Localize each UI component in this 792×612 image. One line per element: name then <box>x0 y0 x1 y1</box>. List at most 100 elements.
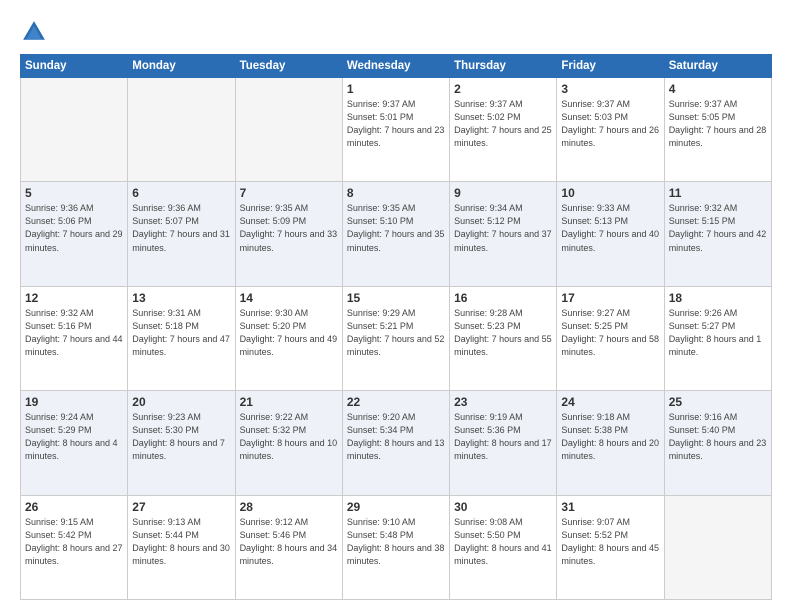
day-number: 9 <box>454 186 552 200</box>
calendar-cell: 21Sunrise: 9:22 AMSunset: 5:32 PMDayligh… <box>235 391 342 495</box>
day-header-friday: Friday <box>557 55 664 78</box>
calendar-table: SundayMondayTuesdayWednesdayThursdayFrid… <box>20 54 772 600</box>
calendar-cell: 30 Sunrise: 9:08 AMSunset: 5:50 PMDayligh… <box>450 495 557 599</box>
day-number: 23 <box>454 395 552 409</box>
calendar-cell: 7 Sunrise: 9:35 AMSunset: 5:09 PMDaylight… <box>235 182 342 286</box>
day-info: Sunrise: 9:37 AMSunset: 5:05 PMDaylight:… <box>669 98 767 150</box>
calendar-cell: 6 Sunrise: 9:36 AMSunset: 5:07 PMDaylight… <box>128 182 235 286</box>
calendar-cell: 15 Sunrise: 9:29 AMSunset: 5:21 PMDayligh… <box>342 286 449 390</box>
calendar-cell: 14 Sunrise: 9:30 AMSunset: 5:20 PMDayligh… <box>235 286 342 390</box>
calendar-cell: 29 Sunrise: 9:10 AMSunset: 5:48 PMDayligh… <box>342 495 449 599</box>
day-info: Sunrise: 9:18 AMSunset: 5:38 PMDaylight:… <box>561 411 659 463</box>
day-number: 12 <box>25 291 123 305</box>
calendar-header-row: SundayMondayTuesdayWednesdayThursdayFrid… <box>21 55 772 78</box>
day-info: Sunrise: 9:23 AMSunset: 5:30 PMDaylight:… <box>132 411 230 463</box>
calendar-cell: 2Sunrise: 9:37 AMSunset: 5:02 PMDaylight… <box>450 78 557 182</box>
day-info: Sunrise: 9:13 AMSunset: 5:44 PMDaylight:… <box>132 516 230 568</box>
day-info: Sunrise: 9:32 AMSunset: 5:16 PMDaylight:… <box>25 307 123 359</box>
calendar-cell: 8Sunrise: 9:35 AMSunset: 5:10 PMDaylight… <box>342 182 449 286</box>
day-info: Sunrise: 9:28 AMSunset: 5:23 PMDaylight:… <box>454 307 552 359</box>
day-number: 11 <box>669 186 767 200</box>
calendar-cell: 26 Sunrise: 9:15 AMSunset: 5:42 PMDayligh… <box>21 495 128 599</box>
day-info: Sunrise: 9:32 AMSunset: 5:15 PMDaylight:… <box>669 202 767 254</box>
day-info: Sunrise: 9:29 AMSunset: 5:21 PMDaylight:… <box>347 307 445 359</box>
day-number: 15 <box>347 291 445 305</box>
day-number: 22 <box>347 395 445 409</box>
day-info: Sunrise: 9:37 AMSunset: 5:03 PMDaylight:… <box>561 98 659 150</box>
day-header-wednesday: Wednesday <box>342 55 449 78</box>
top-section <box>20 18 772 46</box>
day-header-sunday: Sunday <box>21 55 128 78</box>
day-number: 6 <box>132 186 230 200</box>
day-number: 16 <box>454 291 552 305</box>
day-header-monday: Monday <box>128 55 235 78</box>
day-info: Sunrise: 9:10 AMSunset: 5:48 PMDaylight:… <box>347 516 445 568</box>
day-number: 1 <box>347 82 445 96</box>
day-info: Sunrise: 9:24 AMSunset: 5:29 PMDaylight:… <box>25 411 123 463</box>
logo <box>20 18 52 46</box>
day-info: Sunrise: 9:22 AMSunset: 5:32 PMDaylight:… <box>240 411 338 463</box>
day-number: 31 <box>561 500 659 514</box>
calendar-cell <box>235 78 342 182</box>
day-number: 14 <box>240 291 338 305</box>
day-header-tuesday: Tuesday <box>235 55 342 78</box>
calendar-cell: 5Sunrise: 9:36 AMSunset: 5:06 PMDaylight… <box>21 182 128 286</box>
calendar-cell: 31 Sunrise: 9:07 AMSunset: 5:52 PMDayligh… <box>557 495 664 599</box>
day-info: Sunrise: 9:31 AMSunset: 5:18 PMDaylight:… <box>132 307 230 359</box>
calendar-cell: 27 Sunrise: 9:13 AMSunset: 5:44 PMDayligh… <box>128 495 235 599</box>
calendar-cell: 11 Sunrise: 9:32 AMSunset: 5:15 PMDayligh… <box>664 182 771 286</box>
day-header-thursday: Thursday <box>450 55 557 78</box>
calendar-cell: 9 Sunrise: 9:34 AMSunset: 5:12 PMDaylight… <box>450 182 557 286</box>
day-info: Sunrise: 9:19 AMSunset: 5:36 PMDaylight:… <box>454 411 552 463</box>
day-info: Sunrise: 9:08 AMSunset: 5:50 PMDaylight:… <box>454 516 552 568</box>
calendar-cell: 17 Sunrise: 9:27 AMSunset: 5:25 PMDayligh… <box>557 286 664 390</box>
calendar-cell: 20 Sunrise: 9:23 AMSunset: 5:30 PMDayligh… <box>128 391 235 495</box>
day-info: Sunrise: 9:15 AMSunset: 5:42 PMDaylight:… <box>25 516 123 568</box>
calendar-cell: 10Sunrise: 9:33 AMSunset: 5:13 PMDayligh… <box>557 182 664 286</box>
day-number: 26 <box>25 500 123 514</box>
day-info: Sunrise: 9:26 AMSunset: 5:27 PMDaylight:… <box>669 307 767 359</box>
calendar-cell: 22Sunrise: 9:20 AMSunset: 5:34 PMDayligh… <box>342 391 449 495</box>
day-info: Sunrise: 9:12 AMSunset: 5:46 PMDaylight:… <box>240 516 338 568</box>
day-info: Sunrise: 9:36 AMSunset: 5:07 PMDaylight:… <box>132 202 230 254</box>
day-info: Sunrise: 9:16 AMSunset: 5:40 PMDaylight:… <box>669 411 767 463</box>
week-row-5: 26 Sunrise: 9:15 AMSunset: 5:42 PMDayligh… <box>21 495 772 599</box>
day-number: 20 <box>132 395 230 409</box>
week-row-3: 12 Sunrise: 9:32 AMSunset: 5:16 PMDayligh… <box>21 286 772 390</box>
calendar-cell: 19 Sunrise: 9:24 AMSunset: 5:29 PMDayligh… <box>21 391 128 495</box>
day-number: 24 <box>561 395 659 409</box>
calendar-cell: 1Sunrise: 9:37 AMSunset: 5:01 PMDaylight… <box>342 78 449 182</box>
calendar-cell <box>128 78 235 182</box>
day-number: 4 <box>669 82 767 96</box>
day-number: 30 <box>454 500 552 514</box>
day-info: Sunrise: 9:35 AMSunset: 5:10 PMDaylight:… <box>347 202 445 254</box>
week-row-4: 19 Sunrise: 9:24 AMSunset: 5:29 PMDayligh… <box>21 391 772 495</box>
calendar-cell: 18 Sunrise: 9:26 AMSunset: 5:27 PMDayligh… <box>664 286 771 390</box>
calendar-cell: 25Sunrise: 9:16 AMSunset: 5:40 PMDayligh… <box>664 391 771 495</box>
page: SundayMondayTuesdayWednesdayThursdayFrid… <box>0 0 792 612</box>
day-info: Sunrise: 9:36 AMSunset: 5:06 PMDaylight:… <box>25 202 123 254</box>
day-number: 2 <box>454 82 552 96</box>
calendar-cell <box>21 78 128 182</box>
day-number: 3 <box>561 82 659 96</box>
calendar-cell: 12 Sunrise: 9:32 AMSunset: 5:16 PMDayligh… <box>21 286 128 390</box>
week-row-1: 1Sunrise: 9:37 AMSunset: 5:01 PMDaylight… <box>21 78 772 182</box>
day-info: Sunrise: 9:27 AMSunset: 5:25 PMDaylight:… <box>561 307 659 359</box>
calendar-cell: 24 Sunrise: 9:18 AMSunset: 5:38 PMDayligh… <box>557 391 664 495</box>
day-number: 17 <box>561 291 659 305</box>
calendar-cell: 23 Sunrise: 9:19 AMSunset: 5:36 PMDayligh… <box>450 391 557 495</box>
day-number: 19 <box>25 395 123 409</box>
calendar-cell: 3 Sunrise: 9:37 AMSunset: 5:03 PMDaylight… <box>557 78 664 182</box>
day-number: 29 <box>347 500 445 514</box>
day-info: Sunrise: 9:07 AMSunset: 5:52 PMDaylight:… <box>561 516 659 568</box>
day-info: Sunrise: 9:35 AMSunset: 5:09 PMDaylight:… <box>240 202 338 254</box>
day-number: 7 <box>240 186 338 200</box>
day-number: 13 <box>132 291 230 305</box>
day-number: 18 <box>669 291 767 305</box>
day-info: Sunrise: 9:34 AMSunset: 5:12 PMDaylight:… <box>454 202 552 254</box>
day-info: Sunrise: 9:30 AMSunset: 5:20 PMDaylight:… <box>240 307 338 359</box>
calendar-cell: 13 Sunrise: 9:31 AMSunset: 5:18 PMDayligh… <box>128 286 235 390</box>
day-info: Sunrise: 9:33 AMSunset: 5:13 PMDaylight:… <box>561 202 659 254</box>
calendar-cell: 16 Sunrise: 9:28 AMSunset: 5:23 PMDayligh… <box>450 286 557 390</box>
day-number: 27 <box>132 500 230 514</box>
